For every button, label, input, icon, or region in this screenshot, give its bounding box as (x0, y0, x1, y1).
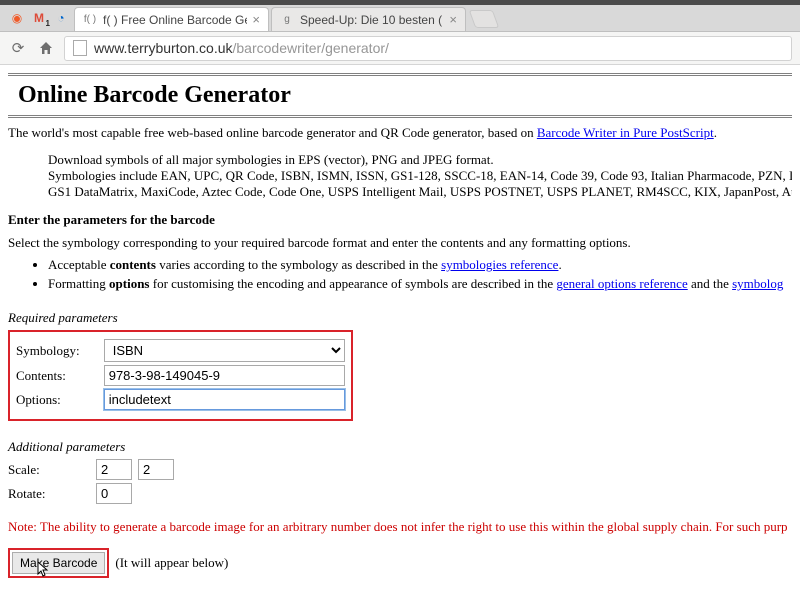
list-item: Formatting options for customising the e… (48, 276, 792, 292)
general-options-link[interactable]: general options reference (556, 276, 687, 291)
tab-title: Speed-Up: Die 10 besten ( (300, 13, 444, 27)
additional-params-label: Additional parameters (8, 439, 792, 455)
symbology-select[interactable]: ISBN (104, 339, 345, 362)
rights-note: Note: The ability to generate a barcode … (8, 518, 792, 536)
page-content: Online Barcode Generator The world's mos… (0, 65, 800, 578)
bwipp-link[interactable]: Barcode Writer in Pure PostScript (537, 125, 714, 140)
options-label: Options: (16, 392, 104, 408)
page-icon (73, 40, 87, 56)
tab-barcode-generator[interactable]: f( ) f( ) Free Online Barcode Gene × (74, 7, 269, 31)
tab-title: f( ) Free Online Barcode Gene (103, 13, 247, 27)
ubuntu-icon: ◉ (8, 9, 26, 27)
url-host: www.terryburton.co.uk (94, 40, 233, 56)
favicon-icon: g (280, 13, 294, 27)
contents-label: Contents: (16, 368, 104, 384)
tab-speedup[interactable]: g Speed-Up: Die 10 besten ( × (271, 7, 466, 31)
intro-text: The world's most capable free web-based … (8, 124, 792, 142)
required-params-label: Required parameters (8, 310, 792, 326)
scale-x-input[interactable] (96, 459, 132, 480)
rule (8, 73, 792, 76)
rule (8, 115, 792, 118)
select-instructions: Select the symbology corresponding to yo… (8, 234, 792, 252)
home-icon[interactable] (36, 38, 56, 58)
favicon-icon: f( ) (83, 13, 97, 27)
symbologies-reference-link[interactable]: symbologies reference (441, 257, 558, 272)
url-path: /barcodewriter/generator/ (233, 40, 389, 56)
scale-label: Scale: (8, 462, 96, 478)
list-item: Acceptable contents varies according to … (48, 257, 792, 273)
new-tab-button[interactable] (469, 10, 500, 28)
make-barcode-button[interactable]: Make Barcode (12, 552, 105, 574)
required-params-group: Symbology: ISBN Contents: Options: (8, 330, 353, 421)
appear-note: (It will appear below) (115, 555, 228, 571)
close-icon[interactable]: × (252, 12, 260, 27)
parameters-heading: Enter the parameters for the barcode (8, 212, 792, 228)
tab-strip: ◉ M1 ◔ f( ) f( ) Free Online Barcode Gen… (0, 5, 800, 32)
reload-icon[interactable]: ⟳ (8, 38, 28, 58)
os-indicator-icons: ◉ M1 ◔ (4, 5, 74, 31)
additional-params-group: Scale: Rotate: (8, 459, 792, 504)
make-barcode-highlight: Make Barcode (8, 548, 109, 578)
app-icon: ◔ (52, 9, 70, 27)
rotate-input[interactable] (96, 483, 132, 504)
contents-input[interactable] (104, 365, 345, 386)
scale-y-input[interactable] (138, 459, 174, 480)
browser-toolbar: ⟳ www.terryburton.co.uk/barcodewriter/ge… (0, 32, 800, 65)
symbology-label: Symbology: (16, 343, 104, 359)
close-icon[interactable]: × (449, 12, 457, 27)
mail-icon: M1 (30, 9, 48, 27)
symbology-summary: Download symbols of all major symbologie… (48, 152, 792, 200)
symbology-options-link[interactable]: symbolog (732, 276, 783, 291)
rotate-label: Rotate: (8, 486, 96, 502)
options-input[interactable] (104, 389, 345, 410)
info-list: Acceptable contents varies according to … (8, 257, 792, 292)
page-title: Online Barcode Generator (18, 82, 792, 109)
address-bar[interactable]: www.terryburton.co.uk/barcodewriter/gene… (64, 36, 792, 61)
